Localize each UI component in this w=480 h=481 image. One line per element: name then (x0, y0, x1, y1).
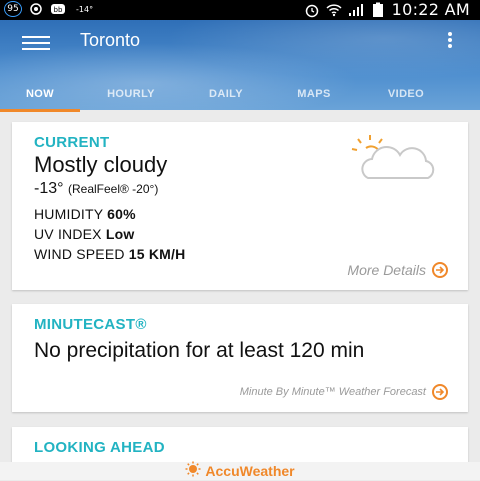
battery-icon (370, 2, 386, 18)
humidity-label: HUMIDITY (34, 206, 104, 222)
arrow-right-icon (432, 384, 448, 400)
hamburger-menu-icon[interactable] (22, 32, 50, 52)
minutecast-summary: No precipitation for at least 120 min (34, 339, 365, 362)
tab-now[interactable]: NOW (0, 88, 80, 112)
realfeel-value: (RealFeel® -20°) (67, 182, 159, 196)
temperature-value: -13° (34, 180, 64, 197)
status-time: 10:22 AM (391, 0, 470, 19)
minute-forecast-label: Minute By Minute™ Weather Forecast (239, 386, 426, 398)
humidity-stat: HUMIDITY 60% (34, 206, 136, 222)
looking-ahead-card[interactable]: LOOKING AHEAD (12, 427, 468, 467)
brand-footer: AccuWeather (0, 461, 480, 481)
uv-stat: UV INDEX Low (34, 226, 134, 242)
partly-cloudy-icon (338, 134, 438, 186)
status-bar: 95 bb -14° 10:22 AM (0, 0, 480, 20)
wind-value: 15 KM/H (128, 246, 186, 262)
city-title: Toronto (80, 30, 141, 50)
tab-maps[interactable]: MAPS (270, 88, 358, 110)
current-title: CURRENT (34, 134, 110, 151)
minutecast-title: MINUTECAST® (34, 316, 147, 333)
wind-label: WIND SPEED (34, 246, 125, 262)
wifi-icon (326, 2, 342, 18)
uv-value: Low (105, 226, 135, 242)
more-details-label: More Details (347, 262, 426, 278)
condition-text: Mostly cloudy (34, 152, 168, 177)
accuweather-sun-icon (185, 461, 201, 481)
minute-forecast-link[interactable]: Minute By Minute™ Weather Forecast (240, 384, 448, 400)
signal-icon (348, 2, 364, 18)
more-details-link[interactable]: More Details (347, 262, 448, 278)
overflow-menu-icon[interactable] (446, 30, 454, 50)
wind-stat: WIND SPEED 15 KM/H (34, 246, 185, 262)
tab-daily[interactable]: DAILY (182, 88, 270, 110)
tab-hourly[interactable]: HOURLY (80, 88, 182, 110)
status-temperature: -14° (76, 4, 94, 14)
accuweather-logo: AccuWeather (205, 463, 295, 479)
location-icon (28, 1, 44, 17)
tab-video[interactable]: VIDEO (358, 88, 454, 110)
humidity-value: 60% (107, 206, 136, 222)
app-header: Toronto NOW HOURLY DAILY MAPS VIDEO (0, 20, 480, 112)
minutecast-card[interactable]: MINUTECAST® No precipitation for at leas… (12, 304, 468, 412)
arrow-right-icon (432, 262, 448, 278)
tab-bar: NOW HOURLY DAILY MAPS VIDEO (0, 88, 480, 112)
temperature-line: -13° (RealFeel® -20°) (34, 180, 158, 198)
svg-text:bb: bb (54, 6, 63, 14)
alarm-icon (304, 2, 320, 18)
current-conditions-card[interactable]: CURRENT Mostly cloudy -13° (RealFeel® -2… (12, 122, 468, 290)
notification-count-badge: 95 (4, 1, 22, 17)
uv-label: UV INDEX (34, 226, 102, 242)
bbm-icon: bb (50, 1, 66, 17)
looking-ahead-title: LOOKING AHEAD (34, 439, 165, 456)
